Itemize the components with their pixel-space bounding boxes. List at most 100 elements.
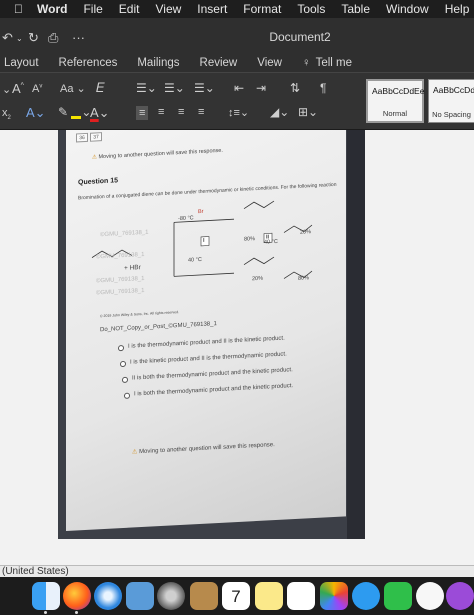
menu-window[interactable]: Window [386, 2, 429, 16]
change-case-label: Aa [60, 83, 74, 95]
do-not-copy: Do_NOT_Copy_or_Post_©GMU_769138_1 [100, 321, 217, 334]
menu-edit[interactable]: Edit [119, 2, 140, 16]
menu-help[interactable]: Help [445, 2, 470, 16]
photos-icon[interactable] [320, 582, 348, 610]
yield-3: 20% [252, 275, 264, 283]
safari-icon[interactable] [94, 582, 122, 610]
apple-menu-icon[interactable]:  [14, 2, 23, 16]
preview-icon[interactable] [126, 582, 154, 610]
facetime-icon[interactable] [384, 582, 412, 610]
menu-tools[interactable]: Tools [297, 2, 325, 16]
menu-word[interactable]: Word [37, 2, 67, 16]
menu-insert[interactable]: Insert [197, 2, 227, 16]
calendar-icon[interactable]: 7 [222, 582, 250, 610]
document-area[interactable]: 36 37 ⚠ Moving to another question will … [0, 130, 474, 565]
highlighter-icon: ✎ [58, 105, 69, 119]
borders-icon[interactable]: ⊞⌄ [298, 105, 318, 119]
warning-icon: ⚠ [92, 154, 97, 161]
tell-me-label: Tell me [315, 57, 353, 69]
tab-review[interactable]: Review [200, 57, 238, 69]
product-label-i: I [203, 237, 205, 244]
clear-formatting-icon[interactable]: 𝐸 [96, 80, 104, 96]
tab-layout[interactable]: Layout [4, 57, 39, 69]
option-4-label[interactable]: I is both the thermodynamic product and … [134, 383, 293, 397]
multilevel-list-icon[interactable]: ☰⌄ [194, 81, 215, 95]
tab-view[interactable]: View [257, 57, 282, 69]
contacts-icon[interactable] [190, 582, 218, 610]
grow-font-label: A [12, 81, 21, 96]
option-2-label[interactable]: I is the kinetic product and II is the t… [130, 351, 287, 365]
increase-indent-icon[interactable]: ⇥ [256, 81, 266, 95]
finder-running-indicator [44, 611, 47, 614]
page-number-36: 36 [76, 132, 88, 143]
style-normal-label: Normal [382, 109, 408, 118]
messages-icon[interactable] [352, 582, 380, 610]
question-title: Question 15 [78, 177, 119, 187]
align-center-icon[interactable]: ≡ [158, 106, 164, 118]
warning-bottom-icon: ⚠ [132, 449, 138, 456]
numbering-icon[interactable]: ☰⌄ [164, 81, 185, 95]
font-dropdown-chevron-icon[interactable]: ⌄ [2, 83, 11, 96]
condition-3: 40 °C [188, 256, 202, 264]
condition-1: -80 °C [178, 215, 194, 223]
line-spacing-icon[interactable]: ↕≡⌄ [228, 106, 249, 119]
podcasts-icon[interactable] [446, 582, 474, 610]
option-3-radio[interactable] [122, 376, 128, 384]
firefox-running-indicator [75, 611, 78, 614]
bullets-icon[interactable]: ☰⌄ [136, 81, 157, 95]
style-no-spacing-label: No Spacing [432, 110, 471, 119]
subscript-icon[interactable]: x2 [2, 107, 11, 121]
style-no-spacing[interactable]: AaBbCcDdEe No Spacing [428, 79, 474, 123]
option-4-radio[interactable] [124, 392, 130, 399]
notes-icon[interactable] [255, 582, 283, 610]
inserted-photo[interactable]: 36 37 ⚠ Moving to another question will … [58, 130, 365, 539]
change-case-button[interactable]: Aa ⌄ [60, 82, 86, 95]
sort-icon[interactable]: ⇅ [290, 81, 300, 95]
menu-format[interactable]: Format [243, 2, 281, 16]
option-1-radio[interactable] [118, 344, 124, 352]
shading-icon[interactable]: ◢⌄ [270, 105, 289, 119]
pilcrow-icon[interactable]: ¶ [320, 81, 326, 95]
warning-top: ⚠ Moving to another question will save t… [92, 148, 223, 161]
tell-me[interactable]: ♀ Tell me [302, 57, 352, 69]
highlight-color-icon[interactable]: ✎ ⌄ [58, 105, 91, 119]
yield-4: 80% [298, 275, 310, 282]
tab-mailings[interactable]: Mailings [137, 57, 179, 69]
align-right-icon[interactable]: ≡ [178, 106, 184, 118]
language-status[interactable]: (United States) [2, 566, 69, 577]
arrow-lower [174, 272, 234, 277]
option-2-radio[interactable] [120, 360, 126, 368]
decrease-indent-icon[interactable]: ⇤ [234, 81, 244, 95]
page-number-37: 37 [90, 132, 102, 142]
tab-references[interactable]: References [59, 57, 118, 69]
yield-1: 80% [244, 236, 256, 243]
font-color-icon[interactable]: A⌄ [90, 105, 110, 121]
music-icon[interactable] [416, 582, 444, 610]
product-1-structure [243, 200, 275, 210]
option-1-label[interactable]: I is the thermodynamic product and II is… [128, 336, 285, 350]
ribbon: ⌄ A^ Av Aa ⌄ 𝐸 ☰⌄ ☰⌄ ☰⌄ ⇤ ⇥ ⇅ ¶ x2 A⌄ ✎ … [0, 72, 474, 130]
menu-view[interactable]: View [155, 2, 181, 16]
arrow-upper [194, 218, 234, 222]
document-title: Document2 [269, 30, 331, 44]
align-left-icon[interactable]: ≡ [136, 106, 149, 120]
finder-icon[interactable] [32, 582, 60, 610]
monitor-bezel [347, 130, 365, 539]
launchpad-icon[interactable] [157, 582, 185, 610]
option-3-label[interactable]: II is both the thermodynamic product and… [132, 367, 293, 381]
reminders-icon[interactable] [287, 582, 315, 610]
warning-bottom-text: Moving to another question will save thi… [139, 442, 275, 456]
style-normal-preview: AaBbCcDdEe [372, 86, 425, 96]
menu-table[interactable]: Table [341, 2, 370, 16]
grow-font-button[interactable]: A^ [12, 81, 24, 96]
menu-file[interactable]: File [83, 2, 102, 16]
shrink-font-button[interactable]: Av [32, 83, 42, 95]
justify-icon[interactable]: ≡ [198, 106, 204, 118]
style-normal[interactable]: AaBbCcDdEe Normal [366, 79, 424, 123]
style-no-spacing-preview: AaBbCcDdEe [433, 85, 474, 95]
calendar-day: 7 [231, 587, 241, 606]
text-effects-icon[interactable]: A⌄ [26, 105, 46, 121]
title-bar: ↶ ⌄ ↻ ⎙ ··· Document2 [0, 18, 474, 54]
firefox-icon[interactable] [63, 582, 91, 610]
yield-2: 20% [300, 229, 312, 236]
